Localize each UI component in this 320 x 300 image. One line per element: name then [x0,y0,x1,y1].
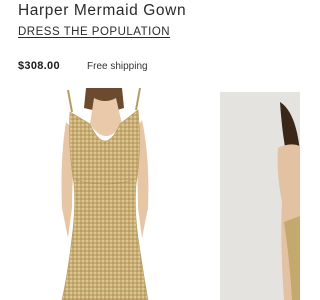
product-image-thumbnail[interactable] [220,92,300,300]
product-price: $308.00 [18,60,60,72]
gown-illustration [61,88,149,300]
brand-link[interactable]: DRESS THE POPULATION [18,26,170,38]
model-back-view [277,102,300,300]
product-image-main[interactable] [50,88,160,300]
shipping-note: Free shipping [87,61,148,72]
product-title: Harper Mermaid Gown [18,2,187,19]
